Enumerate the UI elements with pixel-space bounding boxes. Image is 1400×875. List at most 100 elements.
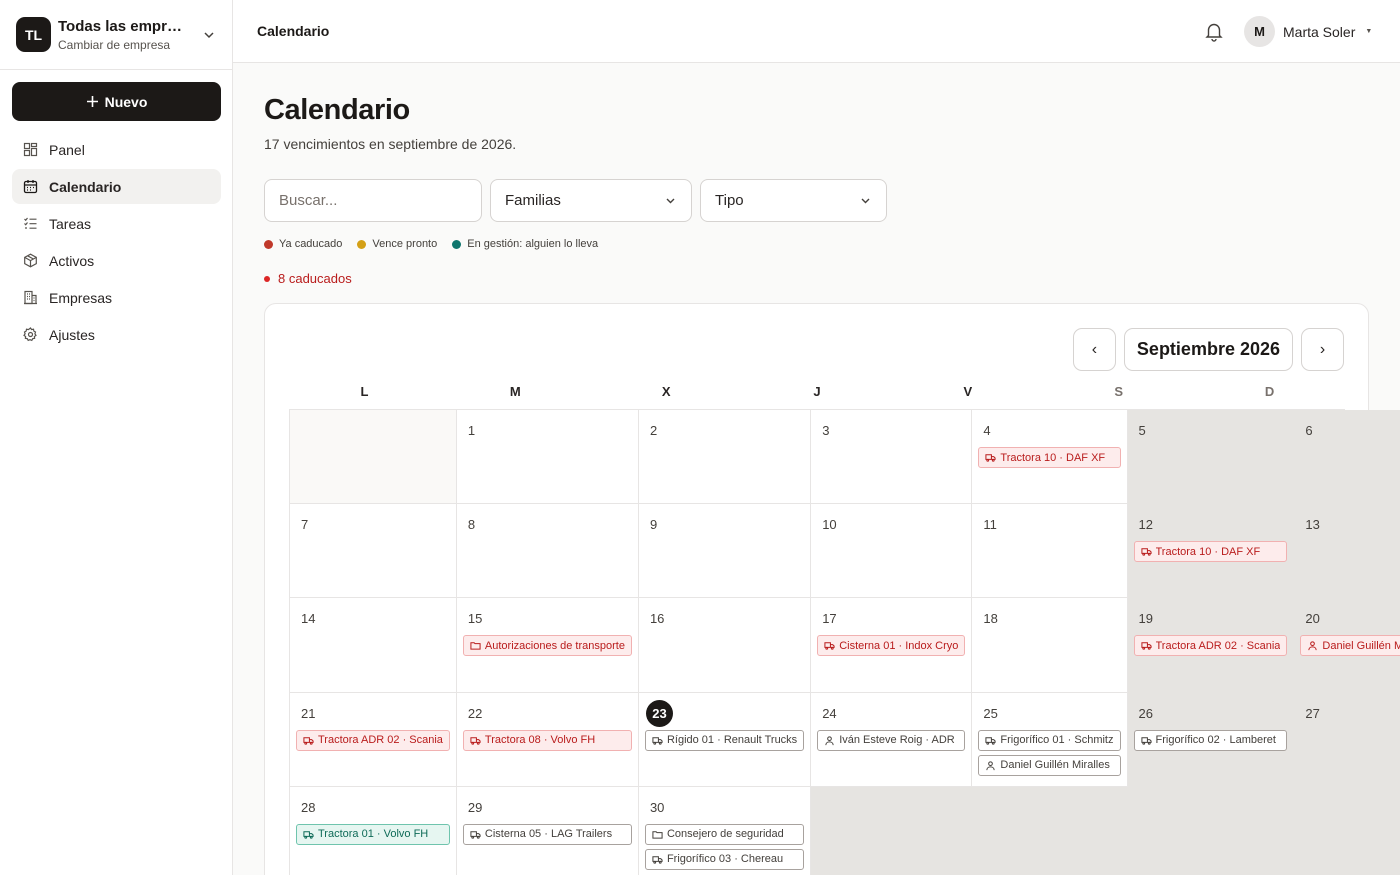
- calendar-day-cell[interactable]: 24 Iván Esteve Roig · ADR: [811, 692, 973, 787]
- calendar-day-cell[interactable]: 8: [456, 504, 639, 599]
- calendar-day-cell[interactable]: 10: [811, 504, 973, 599]
- calendar-event[interactable]: Rígido 01 · Renault Trucks: [644, 729, 805, 751]
- calendar-event[interactable]: Tractora ADR 02 · Scania: [296, 729, 450, 751]
- calendar-day-cell[interactable]: 5: [1127, 410, 1295, 505]
- truck-icon: [303, 736, 314, 745]
- calendar-event[interactable]: Tractora 08 · Volvo FH: [462, 729, 632, 751]
- day-number: 6: [1305, 423, 1313, 438]
- calendar-day-cell[interactable]: 2: [638, 410, 812, 505]
- calendar-day-cell[interactable]: 14: [290, 598, 457, 693]
- calendar-event[interactable]: Iván Esteve Roig · ADR: [817, 729, 966, 751]
- new-button[interactable]: Nuevo: [12, 82, 221, 121]
- next-month-button[interactable]: ›: [1301, 328, 1344, 371]
- overdue-dot: [264, 275, 270, 282]
- families-select[interactable]: Familias: [490, 179, 692, 222]
- weekday-label: X: [661, 384, 671, 399]
- calendar-event[interactable]: Frigorífico 01 · Schmitz: [978, 729, 1121, 751]
- tasks-icon: [24, 217, 37, 229]
- calendar-event[interactable]: Autorizaciones de transporte: [462, 635, 632, 657]
- calendar-day-cell[interactable]: 15 Autorizaciones de transporte: [456, 598, 639, 693]
- grid-icon: [23, 142, 38, 157]
- calendar-event[interactable]: Tractora 10 · DAF XF: [1133, 541, 1288, 563]
- legend-expired: Ya caducado: [264, 238, 342, 250]
- calendar-day-cell[interactable]: 12 Tractora 10 · DAF XF: [1127, 504, 1295, 599]
- chevron-down-icon: [204, 31, 214, 38]
- day-number: 15: [467, 611, 483, 627]
- truck-icon: [470, 830, 481, 839]
- calendar-day-cell[interactable]: 27: [1294, 692, 1400, 787]
- calendar-day-cell[interactable]: 11: [972, 504, 1128, 599]
- type-select[interactable]: Tipo: [700, 179, 887, 222]
- folder-icon: [652, 830, 663, 839]
- caret-down-icon: ▼: [1365, 28, 1373, 35]
- sidebar-item-label: Panel: [49, 141, 85, 158]
- calendar-day-cell[interactable]: 18: [972, 598, 1128, 693]
- user-name: Marta Soler: [1283, 23, 1356, 40]
- calendar-event[interactable]: Daniel Guillén Miralles: [978, 754, 1121, 776]
- calendar-cell-empty: [1294, 786, 1400, 875]
- sidebar-item-tareas[interactable]: Tareas: [12, 206, 221, 241]
- calendar-day-cell[interactable]: 1: [456, 410, 639, 505]
- search-input[interactable]: [264, 179, 482, 222]
- calendar-day-cell[interactable]: 7: [290, 504, 457, 599]
- bell-icon[interactable]: [1203, 20, 1225, 42]
- truck-icon: [1140, 548, 1152, 556]
- calendar-day-cell[interactable]: 4 Tractora 10 · DAF XF: [972, 410, 1128, 505]
- day-number: 5: [1138, 423, 1146, 438]
- calendar-day-cell[interactable]: 20Daniel Guillén Miralles: [1294, 598, 1400, 693]
- day-number: 30: [649, 799, 665, 815]
- calendar-day-cell[interactable]: 28 Tractora 01 · Volvo FH: [290, 786, 457, 875]
- day-number: 2: [649, 423, 658, 438]
- calendar-card: ‹ Septiembre 2026 › L M X J V S D 1 2 3 4 Tr…: [264, 303, 1400, 875]
- calendar-day-cell[interactable]: 3: [811, 410, 973, 505]
- sidebar-item-label: Calendario: [49, 178, 122, 195]
- calendar-event[interactable]: Tractora 10 · DAF XF: [978, 447, 1121, 468]
- calendar-event[interactable]: Cisterna 01 · Indox Cryo: [817, 635, 966, 657]
- calendar-event[interactable]: Consejero de seguridad: [644, 823, 805, 845]
- calendar-day-cell[interactable]: 29 Cisterna 05 · LAG Trailers: [456, 786, 639, 875]
- day-number: 26: [1138, 705, 1153, 721]
- sidebar-item-ajustes[interactable]: Ajustes: [12, 317, 221, 352]
- calendar-event[interactable]: Frigorífico 03 · Chereau: [644, 848, 805, 870]
- prev-month-button[interactable]: ‹: [1072, 328, 1116, 371]
- user-menu[interactable]: M Marta Soler ▼: [1244, 16, 1372, 47]
- calendar-event[interactable]: Tractora 01 · Volvo FH: [296, 823, 450, 845]
- legend-due-soon: Vence pronto: [357, 238, 437, 250]
- calendar-day-cell[interactable]: 19 Tractora ADR 02 · Scania: [1127, 598, 1295, 693]
- event-label: Rígido 01 · Renault Trucks: [666, 734, 798, 747]
- calendar-day-cell[interactable]: 13: [1294, 504, 1400, 599]
- calendar-day-cell[interactable]: 23 Rígido 01 · Renault Trucks: [638, 692, 812, 787]
- calendar-cell-empty: [290, 410, 457, 505]
- calendar-day-cell[interactable]: 30 Consejero de seguridad Frigorífico 03 ·…: [638, 786, 812, 875]
- calendar-day-cell[interactable]: 6: [1294, 410, 1400, 505]
- event-label: Tractora 01 · Volvo FH: [318, 828, 429, 841]
- calendar-day-cell[interactable]: 25 Frigorífico 01 · Schmitz Daniel Guillén…: [972, 692, 1128, 787]
- day-number: 28: [301, 799, 316, 815]
- sidebar-item-activos[interactable]: Activos: [12, 243, 221, 278]
- overdue-count[interactable]: 8 caducados: [264, 271, 352, 286]
- calendar-event[interactable]: Frigorífico 02 · Lamberet: [1133, 729, 1288, 751]
- calendar-day-cell[interactable]: 26 Frigorífico 02 · Lamberet: [1127, 692, 1295, 787]
- event-label: Tractora ADR 02 · Scania: [1155, 639, 1281, 652]
- legend-label: Ya caducado: [279, 238, 343, 250]
- sidebar-item-panel[interactable]: Panel: [12, 132, 221, 167]
- company-switcher[interactable]: TL Todas las empresas Cambiar de empresa: [0, 0, 232, 70]
- event-label: Autorizaciones de transporte: [484, 639, 625, 652]
- day-number: 25: [983, 705, 998, 721]
- sidebar-item-empresas[interactable]: Empresas: [12, 280, 221, 315]
- calendar-day-cell[interactable]: 16: [638, 598, 812, 693]
- legend-label: Vence pronto: [372, 238, 438, 250]
- calendar-event[interactable]: Daniel Guillén Miralles: [1300, 635, 1400, 657]
- calendar-day-cell[interactable]: 22 Tractora 08 · Volvo FH: [456, 692, 639, 787]
- calendar-event[interactable]: Tractora ADR 02 · Scania: [1133, 635, 1288, 657]
- calendar-day-cell[interactable]: 21 Tractora ADR 02 · Scania: [290, 692, 457, 787]
- event-label: Tractora ADR 02 · Scania: [318, 734, 443, 747]
- calendar-day-cell[interactable]: 9: [638, 504, 812, 599]
- event-label: Frigorífico 03 · Chereau: [666, 853, 784, 866]
- event-label: Tractora 10 · DAF XF: [1000, 451, 1106, 464]
- calendar-icon: [23, 180, 38, 194]
- sidebar-item-calendario[interactable]: Calendario: [12, 169, 221, 204]
- legend-in-progress: En gestión: alguien lo lleva: [452, 238, 598, 250]
- calendar-event[interactable]: Cisterna 05 · LAG Trailers: [462, 823, 632, 845]
- calendar-day-cell[interactable]: 17 Cisterna 01 · Indox Cryo: [811, 598, 973, 693]
